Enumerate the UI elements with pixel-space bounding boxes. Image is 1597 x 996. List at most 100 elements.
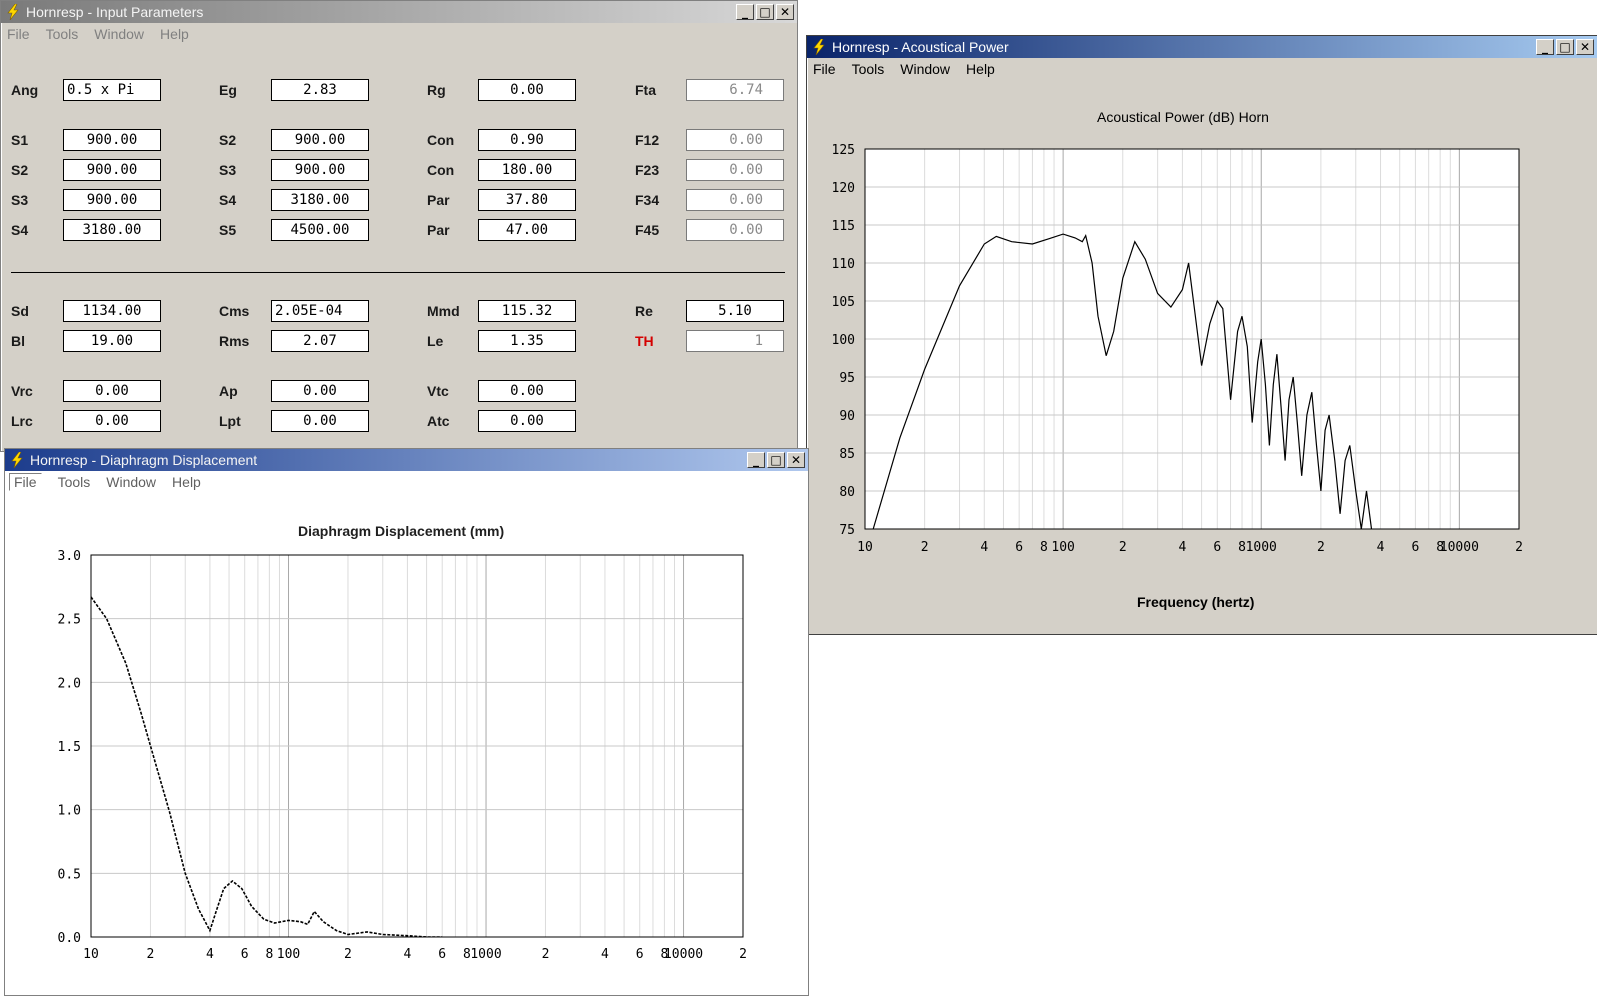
param-input-vtc[interactable]: 0.00 [478, 380, 576, 402]
acoustical-power-chart: 125120115110105100959085807510 2 4 6 8 100 2 4 6… [832, 143, 1523, 555]
param-input-lrc[interactable]: 0.00 [63, 410, 161, 432]
param-input-f23[interactable]: 0.00 [686, 159, 784, 181]
param-input-atc[interactable]: 0.00 [478, 410, 576, 432]
param-input-fta[interactable]: 6.74 [686, 79, 784, 101]
x-tick-label: 2 [1119, 540, 1127, 555]
param-input-s4[interactable]: 3180.00 [63, 219, 161, 241]
param-input-con[interactable]: 0.90 [478, 129, 576, 151]
param-input-ap[interactable]: 0.00 [271, 380, 369, 402]
param-input-s2[interactable]: 900.00 [63, 159, 161, 181]
x-tick-label: 100 [1051, 540, 1074, 555]
param-input-par[interactable]: 47.00 [478, 219, 576, 241]
param-label-le: Le [427, 333, 444, 349]
param-input-s3[interactable]: 900.00 [63, 189, 161, 211]
param-label-s1: S1 [11, 132, 29, 148]
x-tick-label: 2 [921, 540, 929, 555]
x-tick-label: 2 [344, 947, 352, 962]
x-tick-label: 2 [1515, 540, 1523, 555]
x-tick-label: 8 [265, 947, 273, 962]
y-tick-label: 90 [839, 409, 855, 424]
input-parameters-titlebar[interactable]: Hornresp - Input Parameters _ □ ✕ [1, 1, 797, 23]
param-input-rg[interactable]: 0.00 [478, 79, 576, 101]
input-parameters-window: Hornresp - Input Parameters _ □ ✕ File T… [0, 0, 798, 452]
param-input-vrc[interactable]: 0.00 [63, 380, 161, 402]
param-input-par[interactable]: 37.80 [478, 189, 576, 211]
x-tick-label: 6 [1411, 540, 1419, 555]
param-label-vtc: Vtc [427, 383, 449, 399]
minimize-button[interactable]: _ [736, 4, 754, 20]
acoustical-power-window: Hornresp - Acoustical Power _ □ ✕ File T… [806, 35, 1597, 635]
param-input-s1[interactable]: 900.00 [63, 129, 161, 151]
param-input-bl[interactable]: 19.00 [63, 330, 161, 352]
param-input-cms[interactable]: 2.05E-04 [271, 300, 369, 322]
param-label-lpt: Lpt [219, 413, 241, 429]
close-button[interactable]: ✕ [776, 4, 794, 20]
param-label-mmd: Mmd [427, 303, 460, 319]
x-tick-label: 10000 [664, 947, 703, 962]
y-tick-label: 3.0 [58, 549, 81, 564]
menu-tools[interactable]: Tools [46, 26, 79, 42]
param-label-f12: F12 [635, 132, 660, 148]
param-input-s2[interactable]: 900.00 [271, 129, 369, 151]
x-tick-label: 100 [277, 947, 300, 962]
param-label-s3: S3 [11, 192, 29, 208]
y-tick-label: 120 [832, 181, 855, 196]
x-tick-label: 10000 [1440, 540, 1479, 555]
param-input-s3[interactable]: 900.00 [271, 159, 369, 181]
param-input-con[interactable]: 180.00 [478, 159, 576, 181]
y-tick-label: 2.5 [58, 613, 81, 628]
param-input-f12[interactable]: 0.00 [686, 129, 784, 151]
param-input-lpt[interactable]: 0.00 [271, 410, 369, 432]
x-tick-label: 1000 [470, 947, 501, 962]
x-tick-label: 4 [206, 947, 214, 962]
x-tick-label: 2 [147, 947, 155, 962]
x-tick-label: 4 [1178, 540, 1186, 555]
param-input-rms[interactable]: 2.07 [271, 330, 369, 352]
y-tick-label: 95 [839, 371, 855, 386]
param-input-ang[interactable]: 0.5 x Pi [63, 79, 161, 101]
x-tick-label: 6 [241, 947, 249, 962]
hornresp-lightning-icon [7, 4, 19, 20]
x-tick-label: 10 [857, 540, 873, 555]
menu-help[interactable]: Help [160, 26, 189, 42]
param-input-eg[interactable]: 2.83 [271, 79, 369, 101]
param-label-re: Re [635, 303, 653, 319]
param-label-con: Con [427, 132, 455, 148]
param-input-re[interactable]: 5.10 [686, 300, 784, 322]
param-label-con: Con [427, 162, 455, 178]
param-input-f45[interactable]: 0.00 [686, 219, 784, 241]
menu-window[interactable]: Window [94, 26, 144, 42]
param-label-par: Par [427, 222, 450, 238]
param-label-lrc: Lrc [11, 413, 33, 429]
param-label-f45: F45 [635, 222, 660, 238]
y-tick-label: 75 [839, 523, 855, 538]
x-tick-label: 4 [601, 947, 609, 962]
param-label-eg: Eg [219, 82, 237, 98]
menu-file[interactable]: File [7, 26, 30, 42]
x-tick-label: 2 [542, 947, 550, 962]
param-input-sd[interactable]: 1134.00 [63, 300, 161, 322]
param-label-rg: Rg [427, 82, 446, 98]
param-label-ang: Ang [11, 82, 39, 98]
param-input-mmd[interactable]: 115.32 [478, 300, 576, 322]
param-input-s4[interactable]: 3180.00 [271, 189, 369, 211]
x-tick-label: 8 [1040, 540, 1048, 555]
param-label-th: TH [635, 333, 654, 349]
input-menubar: File Tools Window Help [1, 23, 797, 45]
maximize-button[interactable]: □ [756, 4, 774, 20]
param-label-s4: S4 [11, 222, 29, 238]
x-tick-label: 2 [1317, 540, 1325, 555]
param-label-f23: F23 [635, 162, 660, 178]
x-tick-label: 2 [739, 947, 747, 962]
param-input-le[interactable]: 1.35 [478, 330, 576, 352]
power-x-axis-title: Frequency (hertz) [1137, 594, 1255, 610]
param-input-th[interactable]: 1 [686, 330, 784, 352]
y-tick-label: 80 [839, 485, 855, 500]
param-label-vrc: Vrc [11, 383, 33, 399]
x-tick-label: 1000 [1246, 540, 1277, 555]
param-label-atc: Atc [427, 413, 450, 429]
param-label-sd: Sd [11, 303, 29, 319]
param-input-s5[interactable]: 4500.00 [271, 219, 369, 241]
param-input-f34[interactable]: 0.00 [686, 189, 784, 211]
x-tick-label: 6 [1213, 540, 1221, 555]
